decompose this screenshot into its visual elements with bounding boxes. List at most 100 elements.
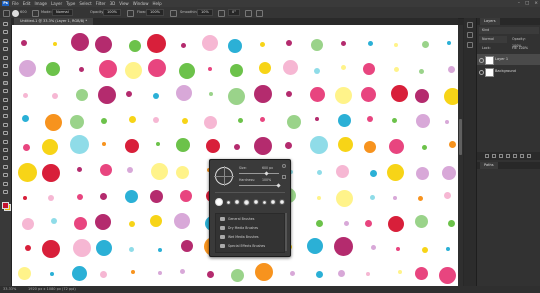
brush-preset-thumbnail[interactable] <box>243 198 250 206</box>
link-layers-icon[interactable] <box>485 154 489 158</box>
fx-icon[interactable] <box>492 154 496 158</box>
brush-preset-thumbnail[interactable] <box>270 199 276 205</box>
brush-preset-thumbnail[interactable] <box>262 199 267 205</box>
marquee-tool-icon[interactable] <box>3 30 8 35</box>
brush-preset-thumbnail[interactable] <box>279 199 285 205</box>
brush-size-value[interactable]: 600 <box>20 7 27 18</box>
folder-general-brushes[interactable]: General Brushes <box>216 215 286 223</box>
folder-special-effects-brushes[interactable]: Special Effects Brushes <box>216 242 286 250</box>
pen-tool-icon[interactable] <box>3 139 8 144</box>
maximize-button[interactable]: □ <box>525 0 529 7</box>
mode-select[interactable]: Normal <box>52 8 73 16</box>
hand-tool-icon[interactable] <box>3 173 8 178</box>
history-icon[interactable] <box>467 22 473 28</box>
gradient-tool-icon[interactable] <box>3 114 8 119</box>
smoothing-field[interactable]: 10% <box>197 8 213 16</box>
tab-layers[interactable]: Layers <box>480 18 500 25</box>
menu-layer[interactable]: Layer <box>51 0 62 7</box>
airbrush-icon[interactable] <box>170 10 177 17</box>
menu-type[interactable]: Type <box>66 0 75 7</box>
path-select-tool-icon[interactable] <box>3 156 8 161</box>
hardness-value[interactable]: 100% <box>262 178 271 182</box>
smoothing-options-icon[interactable] <box>218 10 225 17</box>
brush-list-scrollbar[interactable] <box>285 213 287 251</box>
canvas-scrollbar[interactable] <box>458 25 463 286</box>
fill-value[interactable]: 100% <box>519 46 528 50</box>
symmetry-icon[interactable] <box>256 10 263 17</box>
group-icon[interactable] <box>513 154 517 158</box>
hardness-slider-knob[interactable] <box>276 183 281 188</box>
new-preset-icon[interactable] <box>282 175 286 179</box>
flow-field[interactable]: 100% <box>146 8 165 16</box>
zoom-level[interactable]: 33.33% <box>3 286 16 293</box>
brush-tool-icon[interactable] <box>12 10 19 17</box>
eraser-tool-icon[interactable] <box>3 106 8 110</box>
angle-field[interactable]: 0° <box>228 8 240 16</box>
crop-tool-icon[interactable] <box>3 55 8 60</box>
blur-tool-icon[interactable] <box>3 122 8 127</box>
swatches-icon[interactable] <box>467 42 473 48</box>
brush-preset-thumbnail[interactable] <box>253 199 259 205</box>
menu-select[interactable]: Select <box>79 0 91 7</box>
menu-view[interactable]: View <box>119 0 129 7</box>
history-brush-tool-icon[interactable] <box>3 97 8 102</box>
menu-3d[interactable]: 3D <box>110 0 116 7</box>
delete-layer-icon[interactable] <box>527 154 531 158</box>
lasso-tool-icon[interactable] <box>3 38 8 43</box>
quick-select-tool-icon[interactable] <box>3 47 8 52</box>
layer-blend-mode[interactable]: Normal <box>479 36 507 43</box>
brush-settings-icon[interactable] <box>32 10 39 17</box>
menu-edit[interactable]: Edit <box>23 0 31 7</box>
close-button[interactable]: × <box>534 0 538 7</box>
layer-name[interactable]: Background <box>495 66 516 77</box>
layer-lock[interactable]: Lock: <box>479 45 507 52</box>
hardness-slider[interactable] <box>239 185 279 186</box>
menu-file[interactable]: File <box>12 0 19 7</box>
foreground-color-swatch[interactable] <box>2 202 9 209</box>
clone-stamp-tool-icon[interactable] <box>3 89 8 94</box>
settings-gear-icon[interactable] <box>282 164 286 168</box>
brush-preset-thumbnail[interactable] <box>234 199 240 205</box>
adjustment-icon[interactable] <box>506 154 510 158</box>
document-tab[interactable]: Untitled-1 @ 33.3% (Layer 1, RGB/8) * <box>14 18 94 25</box>
type-tool-icon[interactable] <box>3 148 8 152</box>
eyedropper-tool-icon[interactable] <box>3 64 8 68</box>
folder-wet-media-brushes[interactable]: Wet Media Brushes <box>216 233 286 241</box>
visibility-eye-icon[interactable] <box>479 58 484 63</box>
layer-fill[interactable]: Fill: 100% <box>509 45 539 52</box>
mask-icon[interactable] <box>499 154 503 158</box>
tab-paths[interactable]: Paths <box>480 162 498 169</box>
scrollbar-thumb[interactable] <box>459 119 462 155</box>
layer-row[interactable]: Background <box>477 66 540 77</box>
properties-icon[interactable] <box>467 32 473 38</box>
size-slider-knob[interactable] <box>264 171 269 176</box>
healing-brush-tool-icon[interactable] <box>3 72 8 77</box>
rectangle-tool-icon[interactable] <box>3 164 8 169</box>
menu-image[interactable]: Image <box>34 0 47 7</box>
visibility-eye-icon[interactable] <box>479 70 484 75</box>
layer-name[interactable]: Layer 1 <box>495 54 508 65</box>
folder-dry-media-brushes[interactable]: Dry Media Brushes <box>216 224 286 232</box>
edit-toolbar-icon[interactable] <box>3 190 8 194</box>
menu-help[interactable]: Help <box>152 0 161 7</box>
dodge-tool-icon[interactable] <box>3 131 8 136</box>
size-value[interactable]: 600 px <box>262 166 273 170</box>
size-slider[interactable] <box>239 173 279 174</box>
zoom-tool-icon[interactable] <box>3 181 8 186</box>
pressure-size-icon[interactable] <box>245 10 252 17</box>
home-icon[interactable] <box>3 10 10 17</box>
brush-preset-thumbnail[interactable] <box>215 198 223 206</box>
pressure-opacity-icon[interactable] <box>127 10 134 17</box>
layer-filter-kind[interactable]: Kind <box>479 27 539 34</box>
brush-preset-thumbnail[interactable] <box>226 199 231 205</box>
menu-window[interactable]: Window <box>133 0 149 7</box>
move-tool-icon[interactable] <box>3 22 8 26</box>
layer-row[interactable]: Layer 1 <box>477 54 540 65</box>
menu-filter[interactable]: Filter <box>96 0 106 7</box>
brush-angle-roundness-preview[interactable] <box>214 166 234 186</box>
opacity-field[interactable]: 100% <box>103 8 122 16</box>
minimize-button[interactable]: – <box>518 0 520 7</box>
layer-opacity[interactable]: Opacity: 100% <box>509 36 539 48</box>
brush-tool-icon[interactable] <box>3 80 8 85</box>
new-layer-icon[interactable] <box>520 154 524 158</box>
